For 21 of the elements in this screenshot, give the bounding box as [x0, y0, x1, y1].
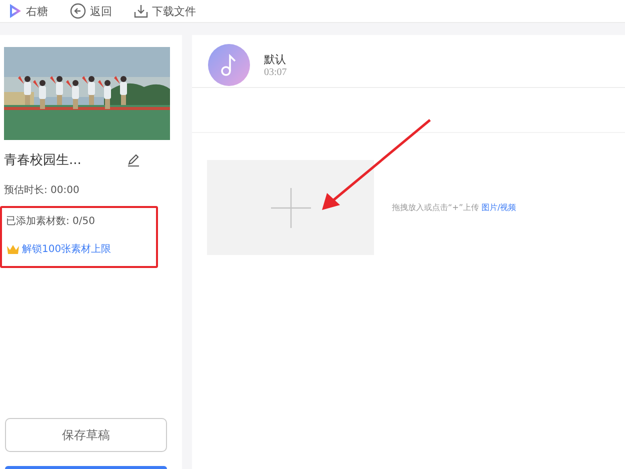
save-draft-button[interactable]: 保存草稿 — [5, 418, 167, 452]
crown-icon — [6, 244, 20, 254]
estimated-duration: 预估时长: 00:00 — [4, 184, 80, 197]
primary-button[interactable] — [5, 466, 167, 469]
music-title: 默认 — [264, 52, 287, 66]
project-title: 青春校园生... — [4, 152, 82, 169]
edit-icon[interactable] — [127, 154, 140, 166]
music-note-icon — [221, 54, 237, 76]
download-icon — [134, 4, 148, 18]
plus-icon — [270, 188, 310, 228]
music-duration: 03:07 — [264, 66, 287, 78]
download-button[interactable]: 下载文件 — [134, 4, 196, 18]
material-count: 已添加素材数: 0/50 — [6, 214, 96, 228]
back-icon — [70, 3, 86, 19]
media-link[interactable]: 图片/视频 — [482, 203, 516, 212]
unlock-link[interactable]: 解锁100张素材上限 — [22, 242, 112, 256]
app-logo[interactable]: 右糖 — [8, 3, 48, 19]
upload-box[interactable] — [207, 160, 374, 255]
back-button[interactable]: 返回 — [70, 3, 112, 19]
logo-icon — [8, 3, 22, 19]
upload-hint: 拖拽放入或点击“+”上传 图片/视频 — [392, 202, 516, 213]
